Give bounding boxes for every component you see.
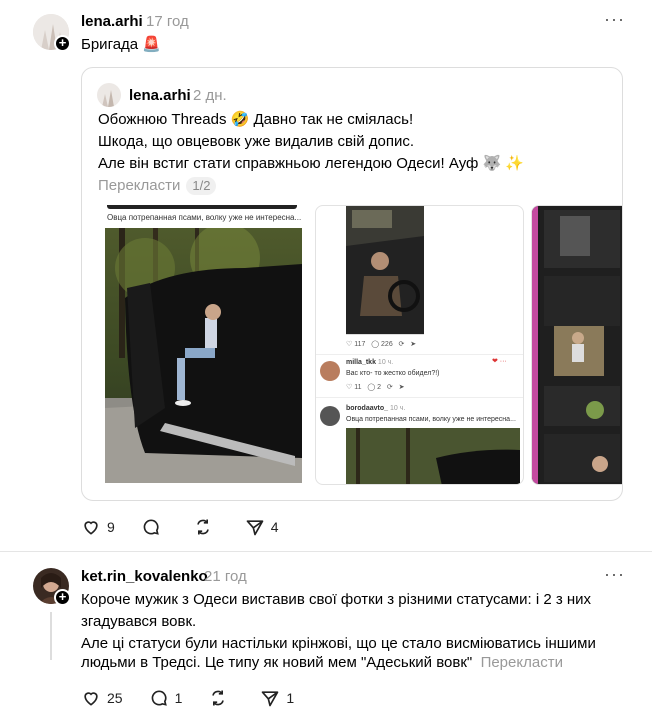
post-2: + ket.rin_kovalenko 21 год ··· Короче му… [0,552,652,716]
share-count: 1 [286,690,295,706]
comment-icon [151,690,167,706]
share-count: 4 [270,519,279,535]
follow-plus-icon[interactable]: + [54,35,71,52]
post-username[interactable]: lena.arhi [81,13,143,30]
carousel-image-3[interactable] [531,205,623,485]
like-count: 25 [107,690,123,706]
reply2-avatar [320,406,340,426]
carousel-pager: 1/2 [186,177,217,195]
reply1-more-icon: ❤ ··· [492,358,507,365]
heart-icon [84,521,98,535]
post-actions: 9 4 [81,517,305,537]
share-button[interactable]: 4 [245,517,279,537]
repost-icon [196,519,209,535]
repost-button[interactable] [208,688,234,708]
quote-line-3: Але він встиг стати справжньою легендою … [98,155,525,172]
send-icon [262,691,279,707]
like-button[interactable]: 9 [81,517,115,537]
reply2-photo [346,428,520,484]
car-photo [105,228,302,483]
quote-time[interactable]: 2 дн. [193,87,227,104]
post-text: Бригада 🚨 [81,36,161,53]
more-options-icon[interactable]: ··· [604,564,625,585]
carousel-image-2[interactable]: ♡ 117 ◯ 226 ⟳ ➤ milla_tkk 10 ч. Вас кто-… [315,205,524,485]
translate-link[interactable]: Перекласти [481,654,563,671]
quote-avatar[interactable] [97,83,121,107]
more-options-icon[interactable]: ··· [604,9,625,30]
comment-button[interactable] [141,517,167,537]
post-time[interactable]: 17 год [146,13,189,30]
repost-icon [212,690,225,706]
post-time[interactable]: 21 год [204,568,247,585]
comment-button[interactable]: 1 [149,688,183,708]
quote-line-1: Обожнюю Threads 🤣 Давно так не сміялась! [98,111,414,128]
screenshot-collage [540,206,622,484]
reply2-user: borodaavto_ 10 ч. [346,405,406,412]
repost-button[interactable] [193,517,219,537]
reply-avatar [320,361,340,381]
post-actions: 25 1 1 [81,688,320,708]
reply1-user: milla_tkk 10 ч. [346,359,394,366]
post-line-4-row: людьми в Тредсі. Це типу як новий мем "А… [81,652,563,674]
post-line-1: Короче мужик з Одеси виставив свої фотки… [81,591,592,608]
comment-icon [143,519,159,535]
img2-likes: 117 [354,341,366,348]
quote-translate-row: Перекласти 1/2 [98,175,217,197]
thread-line [50,612,52,660]
like-count: 9 [107,519,115,535]
heart-icon [84,692,98,706]
send-icon [246,520,264,536]
reply1-stats: ♡ 11 ◯ 2 ⟳ ➤ [346,384,405,391]
quote-username[interactable]: lena.arhi [129,87,191,104]
post-line-4: людьми в Тредсі. Це типу як новий мем "А… [81,654,473,671]
image-caption: Овца потрепанная псами, волку уже не инт… [107,213,302,222]
quoted-post[interactable]: lena.arhi 2 дн. Обожнюю Threads 🤣 Давно … [81,67,623,501]
post-1: + lena.arhi 17 год ··· Бригада 🚨 lena.ar… [0,0,652,551]
carousel-image-1[interactable]: Овца потрепанная псами, волку уже не инт… [97,205,308,485]
reply2-text: Овца потрепанная псами, волку уже не инт… [346,416,516,423]
post-username[interactable]: ket.rin_kovalenko [81,568,208,585]
comment-count: 1 [174,690,183,706]
like-button[interactable]: 25 [81,688,123,708]
car-interior-photo [346,206,424,334]
img2-comments: 226 [381,341,393,348]
img2-stats: ♡ 117 ◯ 226 ⟳ ➤ [346,341,417,348]
quote-line-2: Шкода, що овцевовк уже видалив свій допи… [98,133,415,150]
follow-plus-icon[interactable]: + [54,589,71,606]
post-line-2: згадувався вовк. [81,613,197,630]
reply1-text: Вас кто- то жестко обидел?!) [346,370,440,377]
share-button[interactable]: 1 [260,688,294,708]
translate-link[interactable]: Перекласти [98,177,180,194]
